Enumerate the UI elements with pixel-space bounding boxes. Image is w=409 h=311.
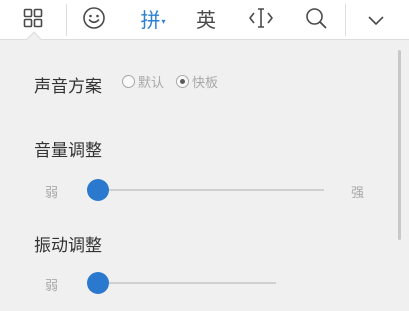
volume-slider-row: 弱 强: [0, 175, 409, 205]
volume-max-label: 强: [351, 186, 365, 201]
radio-allegro-circle: [176, 75, 190, 88]
vibration-slider-thumb[interactable]: [87, 272, 109, 294]
vibration-title: 振动调整: [34, 236, 102, 256]
english-label: 英: [196, 8, 216, 32]
smiley-icon: [82, 6, 106, 34]
vibration-slider-row: 弱: [0, 268, 409, 298]
radio-default-label: 默认: [138, 76, 165, 91]
panel-scrollbar[interactable]: [398, 50, 401, 240]
dropdown-caret-icon: ▾: [161, 16, 166, 26]
pinyin-label: 拼: [140, 8, 161, 32]
emoji-button[interactable]: [76, 0, 112, 40]
vibration-min-label: 弱: [45, 279, 59, 294]
text-cursor-icon: [248, 7, 274, 33]
keyboard-toolbar: 拼 ▾ 英: [0, 0, 409, 40]
volume-title: 音量调整: [34, 141, 102, 161]
search-button[interactable]: [298, 0, 334, 40]
radio-allegro[interactable]: 快板: [176, 72, 218, 91]
volume-slider[interactable]: [87, 179, 324, 201]
volume-slider-thumb[interactable]: [87, 179, 109, 201]
toolbar-divider: [345, 4, 346, 36]
chevron-down-icon: [367, 11, 385, 30]
sound-scheme-title: 声音方案: [34, 77, 102, 97]
cursor-move-button[interactable]: [243, 0, 279, 40]
volume-min-label: 弱: [45, 186, 59, 201]
vibration-slider[interactable]: [87, 272, 276, 294]
radio-default[interactable]: 默认: [122, 72, 164, 91]
pinyin-mode-button[interactable]: 拼 ▾: [134, 0, 172, 40]
collapse-button[interactable]: [358, 0, 394, 40]
toolbar-divider: [66, 4, 67, 36]
radio-allegro-label: 快板: [192, 76, 219, 91]
grid-icon: [23, 8, 43, 32]
sound-scheme-radio-group: 默认 快板: [122, 72, 230, 91]
radio-default-circle: [122, 75, 135, 88]
search-icon: [305, 7, 327, 33]
english-mode-button[interactable]: 英: [188, 0, 224, 40]
